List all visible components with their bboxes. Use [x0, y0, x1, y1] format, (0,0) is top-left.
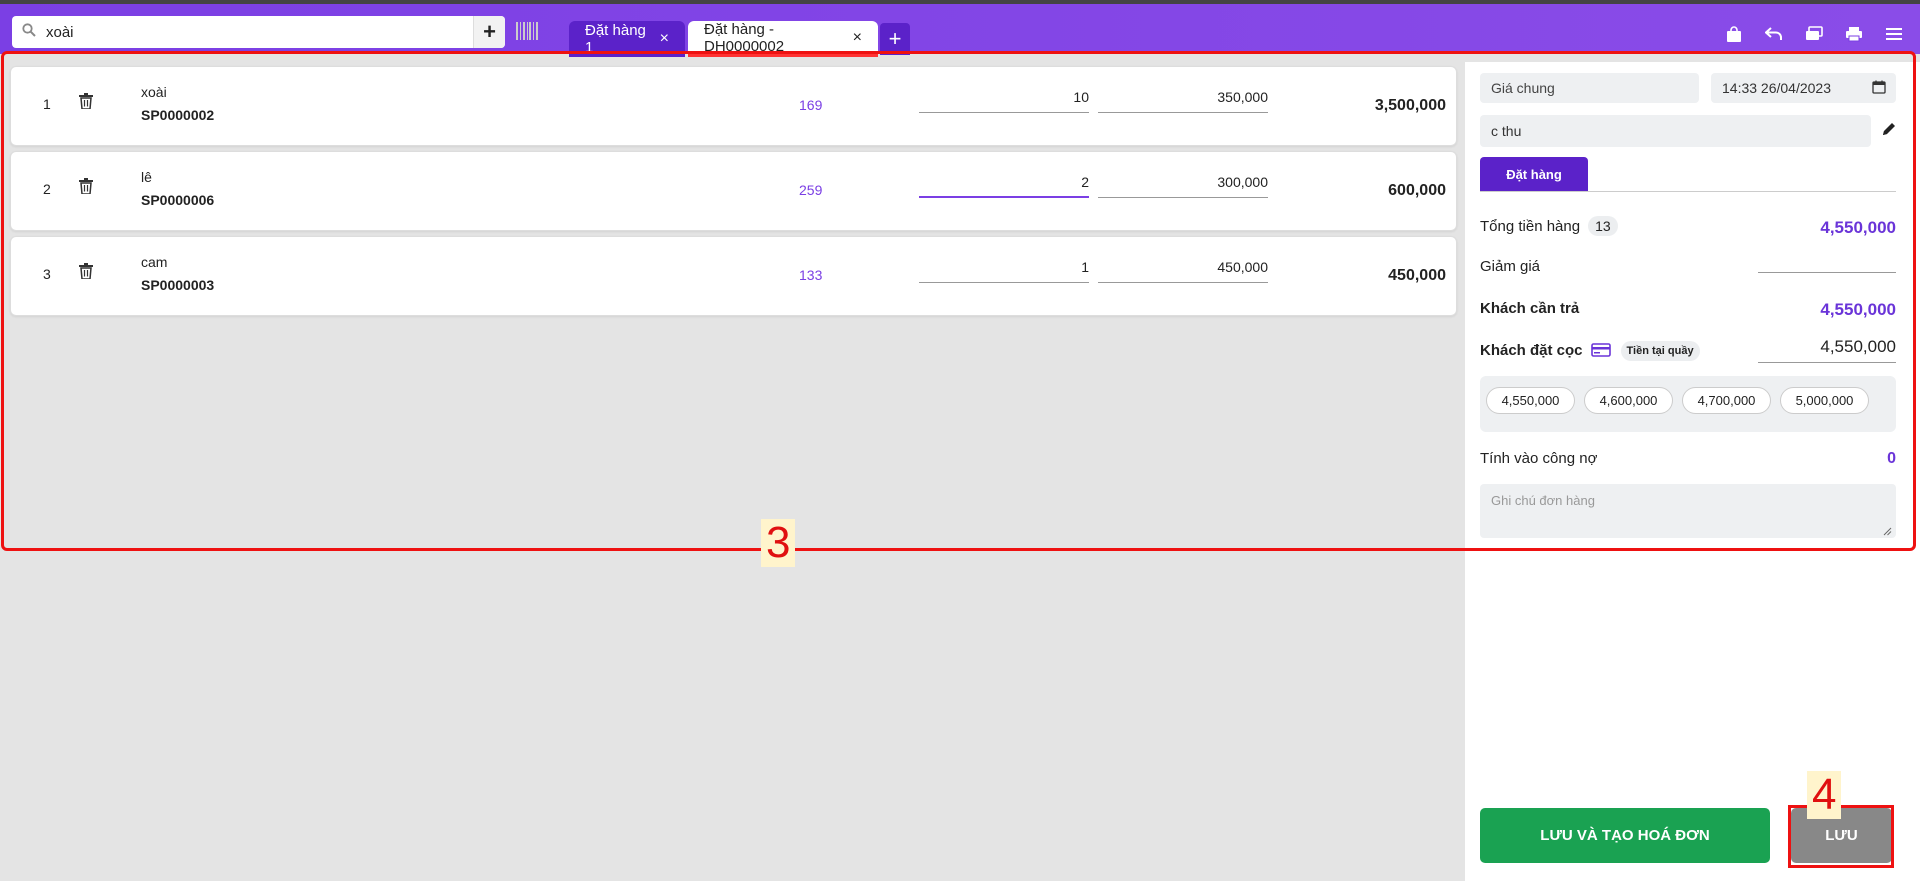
tab-divider [1480, 191, 1896, 192]
cash-icon[interactable] [1794, 22, 1834, 46]
discount-row: Giảm giá [1480, 258, 1896, 275]
product-stock[interactable]: 259 [799, 182, 822, 198]
line-total: 600,000 [1388, 182, 1446, 199]
product-name: xoài [141, 84, 167, 100]
quantity-input[interactable]: 10 [919, 87, 1089, 113]
search-icon [12, 22, 46, 42]
product-search[interactable]: xoài + [12, 16, 505, 48]
close-icon[interactable]: × [660, 30, 669, 48]
item-count-badge: 13 [1588, 216, 1618, 236]
deposit-label: Khách đặt cọc [1480, 342, 1583, 359]
debt-row: Tính vào công nợ 0 [1480, 450, 1896, 467]
product-stock[interactable]: 133 [799, 267, 822, 283]
debt-label: Tính vào công nợ [1480, 450, 1598, 467]
table-row: 2 lê SP0000006 259 2 300,000 600,000 [10, 151, 1457, 231]
product-stock[interactable]: 169 [799, 97, 822, 113]
to-pay-row: Khách cần trả 4,550,000 [1480, 300, 1896, 319]
add-product-button[interactable]: + [473, 16, 505, 48]
subtotal-value: 4,550,000 [1820, 218, 1896, 237]
quick-amount-button[interactable]: 5,000,000 [1780, 387, 1869, 414]
payment-method-badge[interactable]: Tiền tại quầy [1620, 341, 1700, 361]
deposit-input[interactable]: 4,550,000 [1758, 337, 1896, 363]
tab-order-1[interactable]: Đặt hàng 1 × [569, 21, 685, 57]
discount-label: Giảm giá [1480, 258, 1541, 275]
order-note-textarea[interactable]: Ghi chú đơn hàng [1480, 484, 1896, 538]
price-input[interactable]: 350,000 [1098, 87, 1268, 113]
quick-amounts: 4,550,000 4,600,000 4,700,000 5,000,000 [1480, 376, 1896, 432]
to-pay-value: 4,550,000 [1820, 300, 1896, 319]
save-and-create-invoice-button[interactable]: LƯU VÀ TẠO HOÁ ĐƠN [1480, 808, 1770, 863]
table-row: 1 xoài SP0000002 169 10 350,000 3,500,00… [10, 66, 1457, 146]
row-index: 1 [43, 96, 51, 112]
note-placeholder: Ghi chú đơn hàng [1491, 493, 1595, 508]
row-index: 3 [43, 266, 51, 282]
toolbar-icons [1714, 22, 1914, 46]
line-total: 3,500,000 [1374, 97, 1446, 114]
deposit-row: Khách đặt cọc Tiền tại quầy 4,550,000 [1480, 337, 1896, 363]
product-code: SP0000003 [141, 277, 215, 293]
quantity-input[interactable]: 1 [919, 257, 1089, 283]
tab-label: Đặt hàng 1 [585, 22, 646, 56]
tab-order[interactable]: Đặt hàng [1480, 157, 1588, 192]
menu-icon[interactable] [1874, 22, 1914, 46]
product-name: cam [141, 254, 168, 270]
subtotal-row: Tổng tiền hàng 13 4,550,000 [1480, 216, 1896, 237]
tab-order-dh0000002[interactable]: Đặt hàng - DH0000002 × [688, 21, 878, 57]
quick-amount-button[interactable]: 4,550,000 [1486, 387, 1575, 414]
barcode-icon[interactable] [516, 22, 538, 40]
credit-card-icon[interactable] [1590, 343, 1611, 357]
to-pay-label: Khách cần trả [1480, 300, 1580, 317]
datetime-value: 14:33 26/04/2023 [1722, 80, 1831, 96]
price-list-select[interactable]: Giá chung [1480, 73, 1699, 103]
top-bar: xoài + Đặt hàng 1 × Đặt hàng - DH0000002… [0, 0, 1920, 57]
quick-amount-button[interactable]: 4,600,000 [1584, 387, 1673, 414]
product-code: SP0000006 [141, 192, 215, 208]
annotation-label-4: 4 [1807, 771, 1842, 819]
discount-input[interactable] [1758, 272, 1896, 273]
edit-icon[interactable] [1881, 121, 1899, 139]
quantity-input[interactable]: 2 [919, 172, 1089, 198]
price-input[interactable]: 450,000 [1098, 257, 1268, 283]
quick-amount-button[interactable]: 4,700,000 [1682, 387, 1771, 414]
debt-value: 0 [1887, 450, 1896, 467]
row-index: 2 [43, 181, 51, 197]
tab-label: Đặt hàng - DH0000002 [704, 20, 785, 55]
trash-icon[interactable] [79, 178, 95, 196]
bag-icon[interactable] [1714, 22, 1754, 46]
product-code: SP0000002 [141, 107, 215, 123]
print-icon[interactable] [1834, 22, 1874, 46]
line-total: 450,000 [1388, 267, 1446, 284]
datetime-field[interactable]: 14:33 26/04/2023 [1711, 73, 1896, 103]
order-summary-panel: Giá chung 14:33 26/04/2023 c thu Đặt hàn… [1465, 62, 1920, 881]
trash-icon[interactable] [79, 93, 95, 111]
table-row: 3 cam SP0000003 133 1 450,000 450,000 [10, 236, 1457, 316]
customer-field[interactable]: c thu [1480, 115, 1871, 147]
close-icon[interactable]: × [853, 29, 862, 47]
trash-icon[interactable] [79, 263, 95, 281]
subtotal-label: Tổng tiền hàng [1480, 218, 1581, 235]
annotation-label-3: 3 [761, 519, 796, 567]
calendar-icon[interactable] [1872, 80, 1886, 94]
search-input[interactable]: xoài [46, 24, 473, 41]
resize-handle-icon[interactable] [1882, 524, 1892, 536]
price-input[interactable]: 300,000 [1098, 172, 1268, 198]
add-tab-button[interactable]: + [880, 23, 910, 55]
product-name: lê [141, 169, 152, 185]
return-icon[interactable] [1754, 22, 1794, 46]
